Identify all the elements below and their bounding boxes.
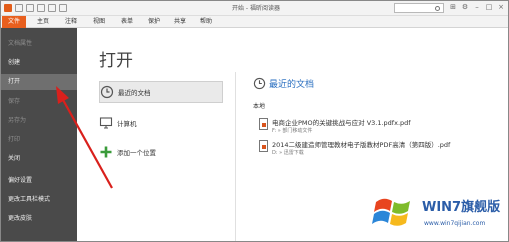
sidebar-item-skin[interactable]: 更改皮肤 [1,211,77,227]
sidebar-item-print[interactable]: 打印 [1,132,77,148]
tab-home[interactable]: 主页 [34,16,52,28]
window-title: 开始 - 福昕阅读器 [232,5,280,12]
recent-header: 最近的文档 [253,77,314,90]
recent-file-item[interactable]: 电商企业PMO的关键挑战与应对 V3.1.pdfx.pdf F: » 部门移动文… [259,117,489,137]
open-icon[interactable] [15,4,23,12]
search-box[interactable] [394,3,444,13]
win7-watermark: WIN7旗舰版 www.win7qijian.com [370,190,508,240]
pdf-file-icon [259,140,268,152]
sidebar-item-save[interactable]: 保存 [1,94,77,110]
source-label: 最近的文档 [118,89,151,97]
source-label: 添加一个位置 [117,149,156,157]
plus-icon [100,146,112,158]
watermark-text: WIN7旗舰版 [422,200,501,215]
pdf-file-icon [259,118,268,130]
clock-icon [253,77,266,90]
windows-logo-icon [372,198,410,226]
tab-comment[interactable]: 注释 [62,16,80,28]
local-section-label: 本地 [253,103,266,110]
window-controls: ⊞ ⚙ – □ × [449,3,505,12]
print-icon[interactable] [37,4,45,12]
sidebar-item-properties[interactable]: 文档属性 [1,36,77,52]
sidebar-item-preferences[interactable]: 偏好设置 [1,173,77,189]
source-add-location[interactable]: 添加一个位置 [99,141,223,163]
page-title: 打开 [99,51,133,71]
recent-title: 最近的文档 [269,80,315,90]
quick-access-toolbar [4,4,67,12]
file-name: 2014二级建造师管理教材电子版教材PDF高清（第四版）.pdf [272,141,451,149]
settings-icon[interactable]: ⚙ [461,3,469,12]
clock-icon [100,85,114,99]
save-icon[interactable] [26,4,34,12]
tab-share[interactable]: 共享 [171,16,189,28]
divider [235,72,236,241]
tab-view[interactable]: 视图 [90,16,108,28]
computer-icon [99,117,113,129]
sidebar-item-close[interactable]: 关闭 [1,151,77,167]
title-bar: 开始 - 福昕阅读器 ⊞ ⚙ – □ × [1,1,508,16]
sidebar-item-create[interactable]: 创建 [1,55,77,71]
file-sidebar: 文档属性 创建 打开 保存 另存为 打印 关闭 偏好设置 更改工具栏模式 更改皮… [1,28,77,241]
sidebar-item-toolbar-mode[interactable]: 更改工具栏模式 [1,192,77,208]
layout-icon[interactable]: ⊞ [449,3,457,12]
undo-icon[interactable] [48,4,56,12]
maximize-icon[interactable]: □ [485,3,493,12]
file-path: F: » 部门移动文件 [272,128,313,134]
source-label: 计算机 [117,120,137,128]
sidebar-item-open[interactable]: 打开 [1,74,77,90]
search-input[interactable] [397,4,433,12]
app-logo-icon[interactable] [4,4,12,12]
file-name: 电商企业PMO的关键挑战与应对 V3.1.pdfx.pdf [272,119,411,127]
ribbon-tabs: 文件 主页 注释 视图 表单 保护 共享 帮助 [1,16,508,36]
source-computer[interactable]: 计算机 [99,112,223,134]
tab-help[interactable]: 帮助 [197,16,215,28]
redo-icon[interactable] [59,4,67,12]
close-icon[interactable]: × [497,3,505,12]
tab-protect[interactable]: 保护 [145,16,163,28]
sidebar-item-save-as[interactable]: 另存为 [1,113,77,129]
source-recent-documents[interactable]: 最近的文档 [99,81,223,103]
tab-form[interactable]: 表单 [118,16,136,28]
watermark-url: www.win7qijian.com [424,220,486,227]
recent-file-item[interactable]: 2014二级建造师管理教材电子版教材PDF高清（第四版）.pdf D: » 迅雷… [259,139,489,159]
minimize-icon[interactable]: – [473,3,481,12]
file-path: D: » 迅雷下载 [272,150,304,156]
search-icon[interactable] [435,5,440,11]
